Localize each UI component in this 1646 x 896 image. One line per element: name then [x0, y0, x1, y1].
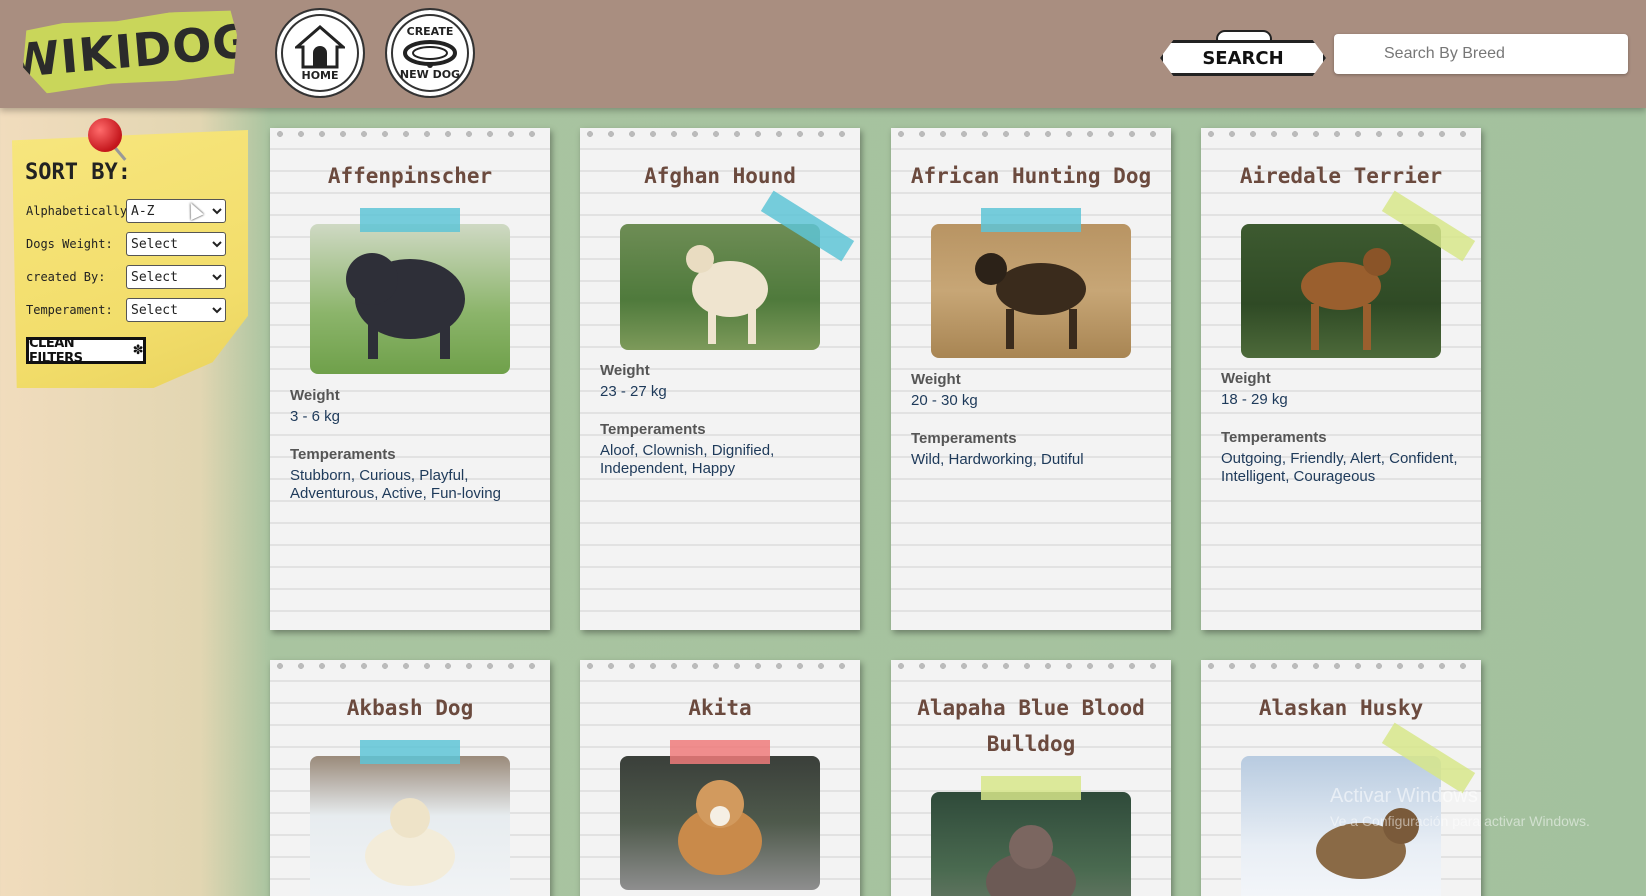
- alphabetically-select[interactable]: A-Z: [126, 199, 226, 223]
- tape-decoration: [981, 776, 1081, 800]
- dog-name: Alapaha Blue Blood Bulldog: [917, 696, 1145, 756]
- weight-select[interactable]: Select: [126, 232, 226, 256]
- dog-photo: [1241, 224, 1441, 358]
- create-label-bottom: NEW DOG: [399, 68, 461, 81]
- temperaments-label: Temperaments: [290, 446, 396, 463]
- pushpin-icon: [88, 118, 122, 152]
- dog-name: Akbash Dog: [346, 696, 474, 720]
- alphabetically-label: Alphabetically:: [26, 204, 135, 218]
- dog-card[interactable]: Affenpinscher Weight 3 - 6 kg Temperamen…: [270, 128, 550, 630]
- dog-name: Akita: [688, 696, 752, 720]
- top-header: WIKIDOG HOME CREATE NEW DOG SEARCH: [0, 0, 1646, 108]
- created-by-label: created By:: [26, 270, 106, 284]
- weight-label: Weight: [1221, 370, 1271, 387]
- dog-card[interactable]: Alapaha Blue Blood Bulldog: [891, 660, 1171, 896]
- dog-silhouette: [975, 253, 1086, 349]
- dog-collar-icon: [403, 40, 457, 68]
- dog-name: Affenpinscher: [327, 164, 493, 188]
- search-button[interactable]: SEARCH: [1160, 40, 1326, 76]
- search-input[interactable]: [1334, 34, 1628, 74]
- weight-label: Dogs Weight:: [26, 237, 113, 251]
- weight-label: Weight: [600, 362, 650, 379]
- temperament-select[interactable]: Select: [126, 298, 226, 322]
- logo-text: WIKIDOG: [6, 13, 254, 89]
- dog-photo: [310, 224, 510, 374]
- dog-card[interactable]: African Hunting Dog Weight 20 - 30 kg Te…: [891, 128, 1171, 630]
- dog-silhouette: [1301, 248, 1391, 350]
- clean-filters-label: CLEAN FILTERS: [29, 335, 83, 366]
- dog-card[interactable]: Akita: [580, 660, 860, 896]
- dog-silhouette: [678, 780, 762, 875]
- temperaments-value: Outgoing, Friendly, Alert, Confident, In…: [1221, 450, 1458, 485]
- windows-activation-watermark: Activar Windows: [1330, 785, 1478, 807]
- temperaments-label: Temperaments: [1221, 429, 1327, 446]
- dog-name: Afghan Hound: [644, 164, 796, 188]
- dog-name: African Hunting Dog: [910, 164, 1152, 188]
- dog-name: Alaskan Husky: [1258, 696, 1424, 720]
- home-label: HOME: [301, 68, 339, 82]
- wikidog-logo[interactable]: WIKIDOG: [19, 7, 240, 96]
- tape-decoration: [670, 740, 770, 764]
- filter-temperament: Temperament: Select: [26, 298, 226, 322]
- dog-name: Airedale Terrier: [1239, 164, 1443, 188]
- dog-card[interactable]: Airedale Terrier Weight 18 - 29 kg Tempe…: [1201, 128, 1481, 630]
- windows-activation-subtext: Ve a Configuración para activar Windows.: [1330, 813, 1590, 829]
- weight-label: Weight: [911, 371, 961, 388]
- weight-value: 3 - 6 kg: [290, 408, 341, 425]
- paw-icon: ✽: [132, 343, 144, 358]
- dog-photo: [620, 224, 820, 350]
- dog-silhouette: [365, 798, 455, 886]
- dog-photo: [310, 756, 510, 896]
- dog-card[interactable]: Akbash Dog: [270, 660, 550, 896]
- weight-value: 20 - 30 kg: [911, 392, 978, 409]
- weight-value: 18 - 29 kg: [1221, 391, 1288, 408]
- dog-silhouette: [686, 245, 768, 344]
- home-button[interactable]: HOME: [275, 8, 365, 98]
- dog-photo: [931, 792, 1131, 896]
- filter-created-by: created By: Select: [26, 265, 226, 289]
- filter-weight: Dogs Weight: Select: [26, 232, 226, 256]
- temperaments-label: Temperaments: [911, 430, 1017, 447]
- created-by-select[interactable]: Select: [126, 265, 226, 289]
- dog-card[interactable]: Afghan Hound Weight 23 - 27 kg Temperame…: [580, 128, 860, 630]
- create-dog-button[interactable]: CREATE NEW DOG: [385, 8, 475, 98]
- temperaments-value: Stubborn, Curious, Playful, Adventurous,…: [290, 467, 501, 502]
- sort-by-title: SORT BY:: [25, 160, 131, 185]
- create-label-top: CREATE: [406, 25, 454, 38]
- dog-photo: [931, 224, 1131, 358]
- temperaments-value: Wild, Hardworking, Dutiful: [911, 451, 1084, 468]
- dog-photo: [620, 756, 820, 890]
- doghouse-icon: [295, 24, 345, 68]
- tape-decoration: [360, 740, 460, 764]
- tape-decoration: [981, 208, 1081, 232]
- weight-label: Weight: [290, 387, 340, 404]
- temperament-label: Temperament:: [26, 303, 113, 317]
- dog-silhouette: [346, 253, 465, 359]
- clean-filters-button[interactable]: CLEAN FILTERS ✽: [26, 335, 146, 366]
- temperaments-label: Temperaments: [600, 421, 706, 438]
- tape-decoration: [360, 208, 460, 232]
- dog-card[interactable]: Alaskan Husky: [1201, 660, 1481, 896]
- weight-value: 23 - 27 kg: [600, 383, 667, 400]
- dog-silhouette: [986, 825, 1076, 896]
- temperaments-value: Aloof, Clownish, Dignified, Independent,…: [600, 442, 775, 477]
